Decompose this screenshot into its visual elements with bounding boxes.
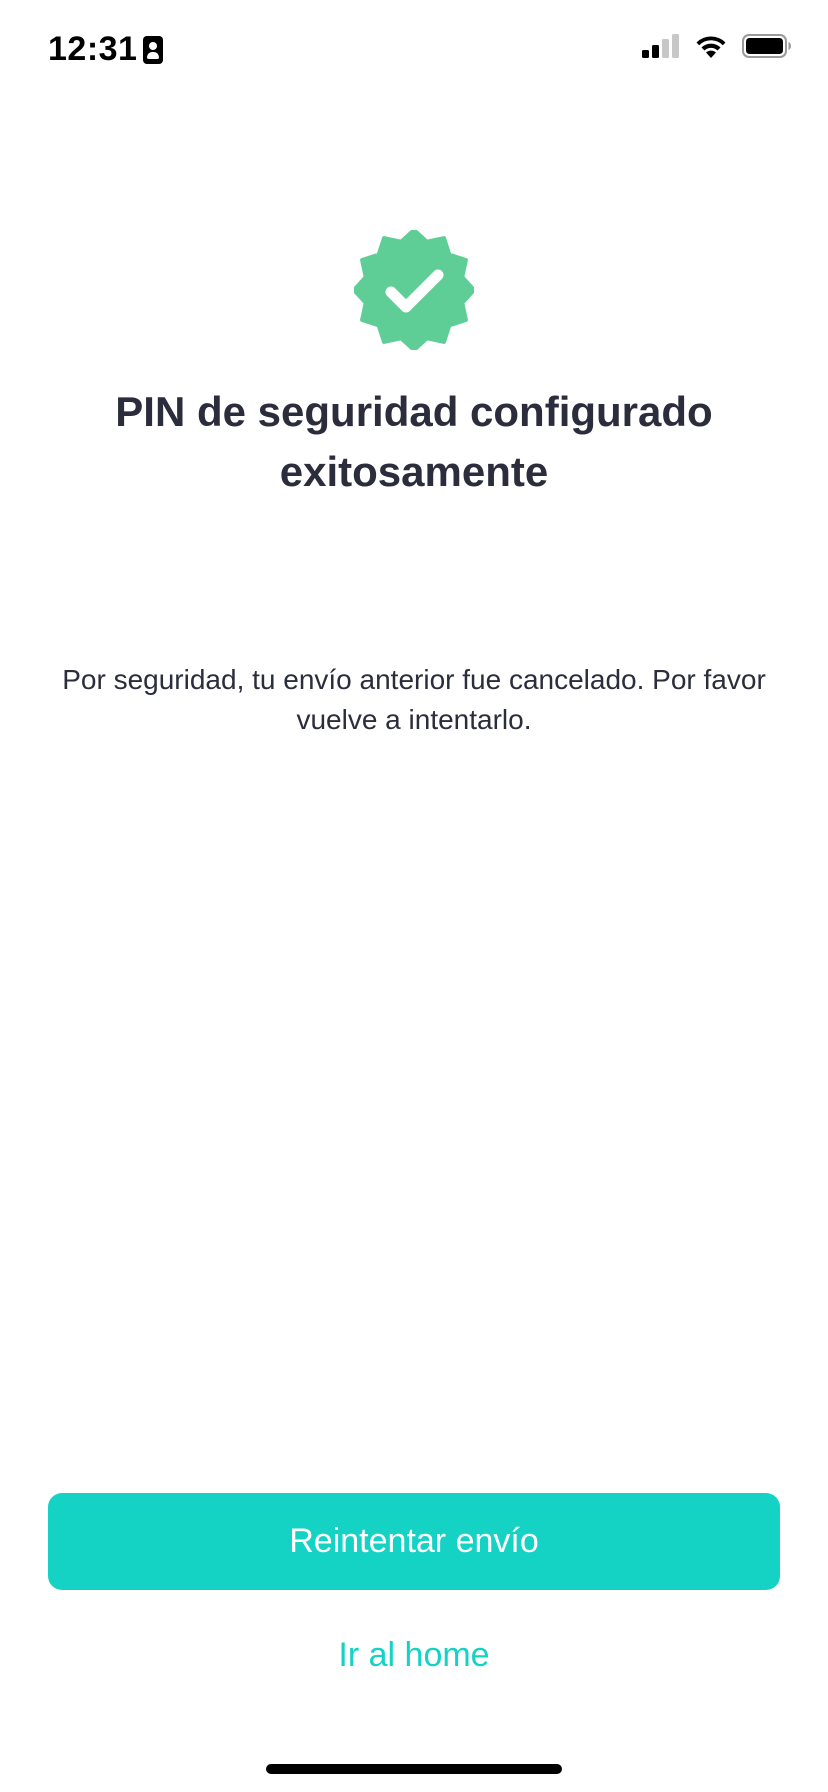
retry-send-button[interactable]: Reintentar envío: [48, 1493, 780, 1590]
wifi-icon: [696, 36, 726, 58]
status-time: 12:31: [48, 30, 164, 69]
info-message: Por seguridad, tu envío anterior fue can…: [62, 664, 766, 735]
verified-check-badge-icon: [354, 230, 474, 350]
person-badge-icon: [143, 35, 164, 64]
home-indicator: [266, 1764, 562, 1774]
status-icons: [642, 34, 792, 58]
status-time-text: 12:31: [48, 30, 138, 68]
go-home-link[interactable]: Ir al home: [214, 1625, 614, 1685]
status-bar: 12:31: [0, 0, 828, 100]
page-title: PIN de seguridad configurado exitosament…: [115, 388, 713, 495]
badge-shape: [354, 230, 474, 350]
cellular-signal-icon: [642, 34, 679, 58]
battery-icon: [742, 34, 791, 58]
